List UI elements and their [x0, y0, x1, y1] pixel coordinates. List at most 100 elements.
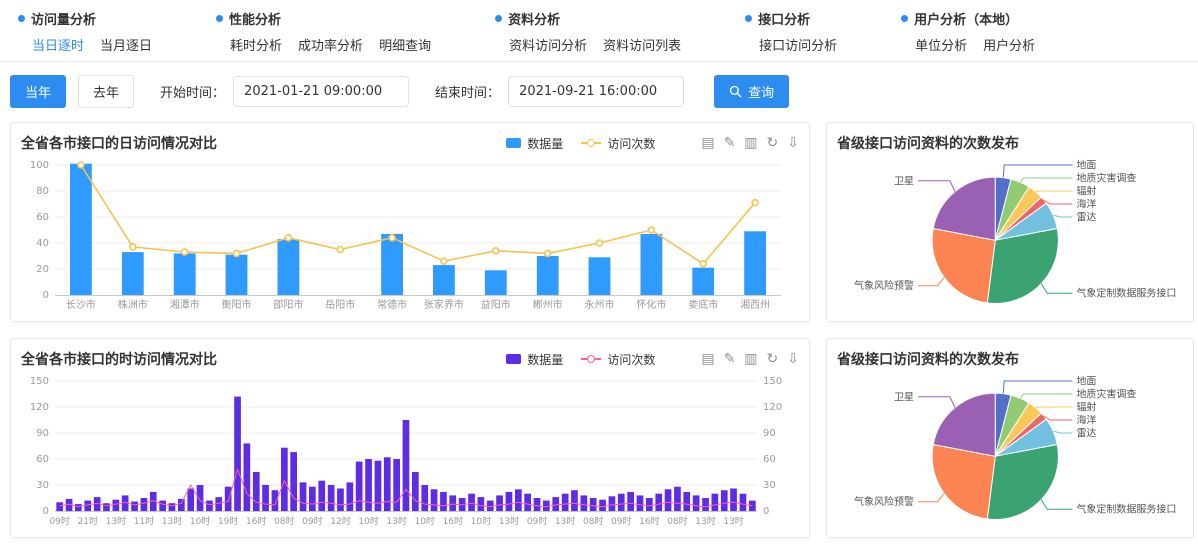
- svg-text:13时: 13时: [695, 515, 715, 527]
- svg-text:雷达: 雷达: [1076, 428, 1096, 440]
- svg-text:120: 120: [763, 402, 782, 413]
- svg-text:90: 90: [36, 428, 49, 439]
- nav-group-label: 用户分析（本地）: [914, 9, 1018, 28]
- svg-text:08时: 08时: [667, 515, 687, 527]
- search-button-label: 查询: [748, 82, 774, 101]
- nav-group-label: 接口分析: [758, 9, 810, 28]
- bar-chart-icon[interactable]: ▥: [744, 352, 757, 366]
- nav-group-api: 接口分析 接口访问分析: [745, 9, 837, 54]
- svg-text:海洋: 海洋: [1076, 414, 1096, 427]
- legend-item-data-volume[interactable]: 数据量: [506, 135, 563, 152]
- line-series-swatch: [581, 354, 601, 364]
- legend-item-visit-count[interactable]: 访问次数: [581, 135, 655, 152]
- svg-text:岳阳市: 岳阳市: [325, 298, 355, 311]
- end-time-input[interactable]: [508, 76, 684, 107]
- nav-item-data-access-list[interactable]: 资料访问列表: [603, 35, 681, 54]
- svg-text:40: 40: [36, 238, 49, 249]
- svg-text:常德市: 常德市: [377, 298, 407, 311]
- nav-item-user-analysis[interactable]: 用户分析: [983, 35, 1035, 54]
- search-button[interactable]: 查询: [714, 75, 789, 108]
- last-year-button[interactable]: 去年: [78, 75, 134, 108]
- data-view-icon[interactable]: ▤: [701, 136, 714, 150]
- svg-text:90: 90: [763, 428, 776, 439]
- svg-text:益阳市: 益阳市: [481, 298, 511, 311]
- start-time-label: 开始时间：: [160, 82, 225, 101]
- panel-title-hourly: 全省各市接口的时访问情况对比: [21, 349, 506, 369]
- svg-text:16时: 16时: [443, 515, 463, 527]
- svg-text:100: 100: [30, 160, 49, 171]
- download-icon[interactable]: ⇩: [787, 352, 799, 366]
- legend-label: 访问次数: [607, 135, 655, 152]
- panel-title-pie-bottom: 省级接口访问资料的次数发布: [837, 349, 1183, 369]
- nav-group-data-title: 资料分析: [495, 9, 681, 28]
- legend-item-data-volume[interactable]: 数据量: [506, 351, 563, 368]
- nav-item-hourly-today[interactable]: 当日逐时: [32, 35, 84, 54]
- svg-text:60: 60: [36, 454, 49, 465]
- top-nav: 访问量分析 当日逐时 当月逐日 性能分析 耗时分析 成功率分析 明细查询 资料分…: [0, 0, 1198, 62]
- nav-item-time-cost[interactable]: 耗时分析: [230, 35, 282, 54]
- svg-text:卫星: 卫星: [894, 391, 914, 403]
- legend-item-visit-count[interactable]: 访问次数: [581, 351, 655, 368]
- svg-text:湘潭市: 湘潭市: [170, 298, 200, 311]
- line-chart-icon[interactable]: ✎: [724, 136, 736, 150]
- svg-text:11时: 11时: [134, 515, 154, 527]
- hourly-chart-canvas[interactable]: 0030306060909012012015015009时21时13时11时13…: [21, 371, 797, 529]
- svg-text:10时: 10时: [358, 515, 378, 527]
- bar-series-swatch: [506, 138, 521, 148]
- restore-icon[interactable]: ↻: [767, 136, 779, 150]
- svg-text:16时: 16时: [246, 515, 266, 527]
- bullet-dot-icon: [18, 15, 25, 22]
- svg-text:气象定制数据服务接口: 气象定制数据服务接口: [1076, 503, 1176, 516]
- daily-chart-legend: 数据量 访问次数: [506, 135, 655, 152]
- svg-text:60: 60: [763, 454, 776, 465]
- main-content: 全省各市接口的日访问情况对比 数据量 访问次数 ▤ ✎ ▥ ↻: [0, 120, 1198, 538]
- nav-item-success-rate[interactable]: 成功率分析: [298, 35, 363, 54]
- legend-label: 数据量: [527, 351, 563, 368]
- nav-group-performance-title: 性能分析: [216, 9, 431, 28]
- svg-text:地面: 地面: [1076, 375, 1096, 388]
- svg-text:卫星: 卫星: [894, 175, 914, 187]
- nav-group-traffic-title: 访问量分析: [18, 9, 152, 28]
- panel-pie-bottom: 省级接口访问资料的次数发布 地面地质灾害调查辐射海洋雷达气象定制数据服务接口卫星…: [826, 338, 1194, 538]
- pie-bottom-canvas[interactable]: 地面地质灾害调查辐射海洋雷达气象定制数据服务接口卫星气象风险预警: [837, 371, 1181, 529]
- panel-hourly-comparison: 全省各市接口的时访问情况对比 数据量 访问次数 ▤ ✎ ▥ ↻: [10, 338, 810, 538]
- svg-text:海洋: 海洋: [1076, 198, 1096, 211]
- nav-item-data-access-analysis[interactable]: 资料访问分析: [509, 35, 587, 54]
- svg-text:13时: 13时: [106, 515, 126, 527]
- daily-chart-canvas[interactable]: 020406080100长沙市株洲市湘潭市衡阳市邵阳市岳阳市常德市张家界市益阳市…: [21, 155, 797, 313]
- nav-group-label: 访问量分析: [31, 9, 96, 28]
- nav-item-daily-month[interactable]: 当月逐日: [100, 35, 152, 54]
- bar-chart-icon[interactable]: ▥: [744, 136, 757, 150]
- svg-text:21时: 21时: [78, 515, 98, 527]
- panel-title-daily: 全省各市接口的日访问情况对比: [21, 133, 506, 153]
- nav-item-api-access-analysis[interactable]: 接口访问分析: [759, 35, 837, 54]
- hourly-chart-legend: 数据量 访问次数: [506, 351, 655, 368]
- svg-text:张家界市: 张家界市: [424, 298, 464, 311]
- filter-bar: 当年 去年 开始时间： 结束时间： 查询: [0, 62, 1198, 120]
- bullet-dot-icon: [901, 15, 908, 22]
- svg-text:12时: 12时: [330, 515, 350, 527]
- svg-text:气象定制数据服务接口: 气象定制数据服务接口: [1076, 287, 1176, 300]
- end-time-label: 结束时间：: [435, 82, 500, 101]
- nav-group-api-title: 接口分析: [745, 9, 837, 28]
- svg-text:08时: 08时: [583, 515, 603, 527]
- line-chart-icon[interactable]: ✎: [724, 352, 736, 366]
- start-time-input[interactable]: [233, 76, 409, 107]
- pie-top-canvas[interactable]: 地面地质灾害调查辐射海洋雷达气象定制数据服务接口卫星气象风险预警: [837, 155, 1181, 313]
- panel-daily-comparison: 全省各市接口的日访问情况对比 数据量 访问次数 ▤ ✎ ▥ ↻: [10, 122, 810, 322]
- nav-item-detail-query[interactable]: 明细查询: [379, 35, 431, 54]
- chart-toolbox: ▤ ✎ ▥ ↻ ⇩: [701, 136, 799, 150]
- data-view-icon[interactable]: ▤: [701, 352, 714, 366]
- nav-item-unit-analysis[interactable]: 单位分析: [915, 35, 967, 54]
- download-icon[interactable]: ⇩: [787, 136, 799, 150]
- legend-label: 访问次数: [607, 351, 655, 368]
- svg-text:长沙市: 长沙市: [66, 298, 96, 311]
- restore-icon[interactable]: ↻: [767, 352, 779, 366]
- this-year-button[interactable]: 当年: [10, 75, 66, 108]
- svg-text:0: 0: [43, 506, 49, 517]
- svg-text:09时: 09时: [302, 515, 322, 527]
- svg-text:30: 30: [763, 480, 776, 491]
- svg-text:20: 20: [36, 264, 49, 275]
- bar-series-swatch: [506, 354, 521, 364]
- chart-toolbox: ▤ ✎ ▥ ↻ ⇩: [701, 352, 799, 366]
